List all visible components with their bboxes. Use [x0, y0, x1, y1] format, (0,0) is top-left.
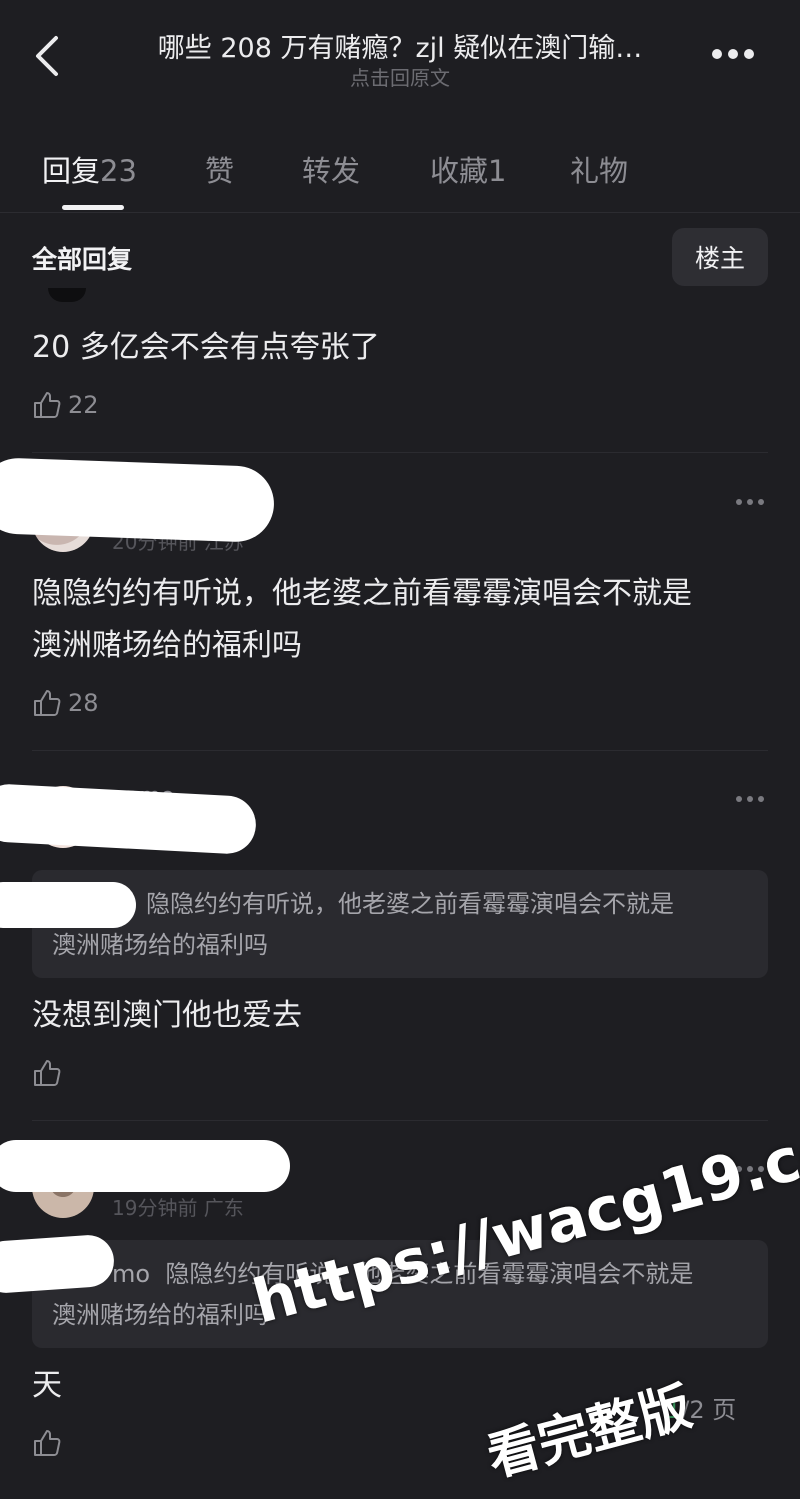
comment-divider: [32, 750, 768, 751]
owner-only-button[interactable]: 楼主: [672, 228, 768, 286]
more-icon: [736, 499, 742, 505]
comment-divider: [32, 452, 768, 453]
quote-username: mo: [112, 1260, 151, 1288]
comment-more-button[interactable]: [736, 498, 770, 506]
like-button[interactable]: [32, 1058, 62, 1088]
more-options-button[interactable]: [712, 46, 764, 62]
redaction-mark: [0, 1140, 290, 1192]
tab-gifts[interactable]: 礼物: [570, 148, 628, 190]
tab-label: 赞: [205, 154, 235, 188]
quote-text-line: 澳洲赌场给的福利吗: [52, 1301, 268, 1329]
tab-count: 23: [100, 154, 137, 188]
back-button[interactable]: [28, 32, 68, 80]
quote-text-line: 澳洲赌场给的福利吗: [52, 931, 268, 959]
thumbs-up-icon: [34, 1430, 61, 1456]
tab-label: 转发: [302, 154, 361, 188]
more-icon: [736, 796, 742, 802]
comment-text: 没想到澳门他也爱去: [32, 998, 302, 1033]
tab-divider: [0, 212, 800, 213]
quote-text-line: 隐隐约约有听说，他老婆之前看霉霉演唱会不就是: [146, 890, 674, 918]
like-count: 28: [68, 689, 99, 717]
like-count: 22: [68, 391, 99, 419]
tab-replies[interactable]: 回复23: [42, 148, 137, 190]
comment-meta: 19分钟前 广东: [112, 1196, 244, 1220]
comment-text-line: 隐隐约约有听说，他老婆之前看霉霉演唱会不就是: [32, 576, 692, 611]
watermark-caption: 看完整版: [481, 1376, 698, 1489]
redaction-mark: [0, 456, 276, 544]
avatar[interactable]: [48, 288, 86, 302]
active-tab-indicator: [62, 205, 124, 210]
thumbs-up-icon: [34, 392, 61, 418]
comment-divider: [32, 1120, 768, 1121]
comment-text-line: 澳洲赌场给的福利吗: [32, 628, 302, 663]
tab-favorites[interactable]: 收藏1: [430, 148, 506, 190]
thumbs-up-icon: [34, 1060, 61, 1086]
like-button[interactable]: 22: [32, 390, 99, 420]
tab-label: 礼物: [570, 154, 629, 188]
section-title: 全部回复: [32, 245, 133, 274]
comment-text: 20 多亿会不会有点夸张了: [32, 330, 380, 365]
redaction-mark: [0, 882, 136, 928]
redaction-mark: [0, 782, 258, 856]
like-button[interactable]: [32, 1428, 62, 1458]
back-to-original-link[interactable]: 点击回原文: [110, 62, 690, 91]
tab-label: 收藏: [430, 154, 489, 188]
more-icon: [712, 49, 722, 59]
like-button[interactable]: 28: [32, 688, 99, 718]
tab-reposts[interactable]: 转发: [302, 148, 360, 190]
thumbs-up-icon: [34, 690, 61, 716]
page-title[interactable]: 哪些 208 万有赌瘾？zjl 疑似在澳门输…: [110, 26, 690, 65]
tab-count: 1: [488, 154, 507, 188]
quoted-reply[interactable]: 隐隐约约有听说，他老婆之前看霉霉演唱会不就是 澳洲赌场给的福利吗: [32, 870, 768, 978]
tab-likes[interactable]: 赞: [205, 148, 234, 190]
tab-label: 回复: [42, 154, 101, 188]
comment-text: 天: [32, 1368, 62, 1403]
chevron-left-icon: [36, 36, 58, 76]
comment-more-button[interactable]: [736, 795, 770, 803]
